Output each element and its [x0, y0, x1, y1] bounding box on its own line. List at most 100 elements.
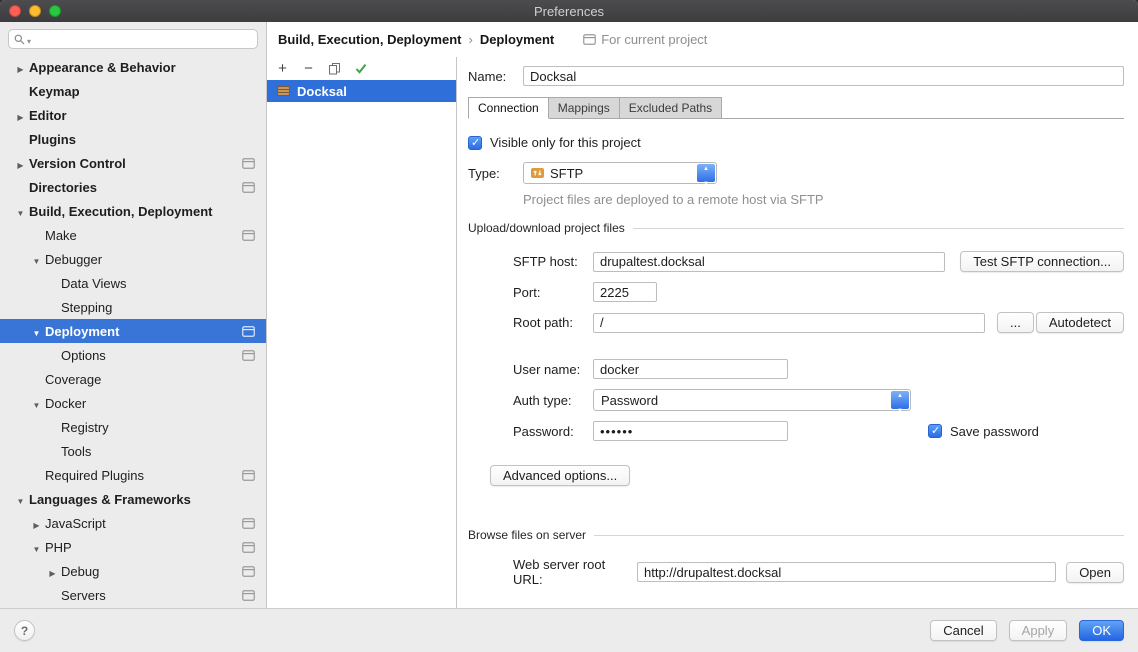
test-sftp-connection-button[interactable]: Test SFTP connection...	[960, 251, 1124, 272]
per-project-settings-icon	[242, 350, 255, 361]
visible-only-checkbox[interactable]	[468, 136, 482, 150]
add-server-button[interactable]: +	[271, 59, 294, 78]
sidebar-tree-item[interactable]: Appearance & Behavior	[0, 55, 266, 79]
sidebar-tree-item[interactable]: Plugins	[0, 127, 266, 151]
server-list-panel: + −	[267, 57, 457, 608]
close-button[interactable]	[9, 5, 21, 17]
ok-button[interactable]: OK	[1079, 620, 1124, 641]
tree-expand-icon[interactable]	[12, 492, 29, 507]
tree-item-label: Docker	[45, 396, 86, 411]
tree-expand-icon[interactable]	[28, 396, 45, 411]
open-button[interactable]: Open	[1066, 562, 1124, 583]
per-project-settings-icon	[242, 590, 255, 601]
server-list: Docksal	[267, 80, 456, 608]
autodetect-button[interactable]: Autodetect	[1036, 312, 1124, 333]
sidebar-tree-item[interactable]: PHP	[0, 535, 266, 559]
breadcrumb-separator-icon: ›	[468, 32, 472, 47]
use-as-default-button[interactable]	[349, 59, 372, 78]
type-dropdown[interactable]: SFTP	[523, 162, 717, 184]
sidebar-tree-item[interactable]: Deployment	[0, 319, 266, 343]
use-as-default-icon	[355, 63, 367, 74]
sidebar-tree-item[interactable]: Coverage	[0, 367, 266, 391]
tab-connection[interactable]: Connection	[468, 97, 549, 119]
tree-expand-icon[interactable]	[44, 564, 61, 579]
tree-item-label: Options	[61, 348, 106, 363]
tree-expand-icon[interactable]	[28, 540, 45, 555]
sidebar-tree-item[interactable]: Version Control	[0, 151, 266, 175]
tree-item-label: Editor	[29, 108, 67, 123]
root-path-field[interactable]	[593, 313, 985, 333]
password-field[interactable]	[593, 421, 788, 441]
sidebar-tree-item[interactable]: Tools	[0, 439, 266, 463]
sidebar-tree-item[interactable]: Build, Execution, Deployment	[0, 199, 266, 223]
sidebar-tree-item[interactable]: Keymap	[0, 79, 266, 103]
per-project-settings-icon	[242, 230, 255, 241]
type-row: Type: SFTP	[468, 162, 1124, 184]
tree-expand-icon[interactable]	[12, 108, 29, 123]
tree-item-label: Servers	[61, 588, 106, 603]
browse-root-path-button[interactable]: ...	[997, 312, 1034, 333]
tree-item-label: Registry	[61, 420, 109, 435]
tree-expand-icon[interactable]	[12, 204, 29, 219]
project-scope: For current project	[583, 32, 707, 47]
server-list-item[interactable]: Docksal	[267, 80, 456, 102]
tree-item-label: Deployment	[45, 324, 119, 339]
sidebar-tree-item[interactable]: Servers	[0, 583, 266, 607]
tab-mappings[interactable]: Mappings	[548, 97, 620, 119]
cancel-button[interactable]: Cancel	[930, 620, 996, 641]
sidebar-tree-item[interactable]: Make	[0, 223, 266, 247]
remove-server-button[interactable]: −	[297, 59, 320, 78]
web-root-field[interactable]	[637, 562, 1056, 582]
sidebar-tree-item[interactable]: Data Views	[0, 271, 266, 295]
settings-search[interactable]	[8, 29, 258, 49]
advanced-options-button[interactable]: Advanced options...	[490, 465, 630, 486]
sidebar-tree-item[interactable]: JavaScript	[0, 511, 266, 535]
sidebar-tree-item[interactable]: Docker	[0, 391, 266, 415]
tree-item-label: Languages & Frameworks	[29, 492, 191, 507]
server-name-label: Docksal	[297, 84, 347, 99]
sftp-host-label: SFTP host:	[513, 254, 593, 269]
name-field[interactable]	[523, 66, 1124, 86]
sidebar-tree-item[interactable]: Debug	[0, 559, 266, 583]
tree-item-label: Tools	[61, 444, 91, 459]
tree-expand-icon[interactable]	[28, 252, 45, 267]
sidebar-tree-item[interactable]: Debugger	[0, 247, 266, 271]
sftp-host-field[interactable]	[593, 252, 945, 272]
tree-item-label: Coverage	[45, 372, 101, 387]
tree-item-label: PHP	[45, 540, 72, 555]
user-name-field[interactable]	[593, 359, 788, 379]
tree-expand-icon[interactable]	[28, 324, 45, 339]
zoom-button[interactable]	[49, 5, 61, 17]
help-button[interactable]: ?	[14, 620, 35, 641]
browse-section-title: Browse files on server	[468, 528, 586, 542]
save-password-checkbox[interactable]	[928, 424, 942, 438]
sidebar-tree-item[interactable]: Stepping	[0, 295, 266, 319]
tree-expand-icon[interactable]	[28, 516, 45, 531]
tree-expand-icon[interactable]	[12, 156, 29, 171]
copy-server-button[interactable]	[323, 59, 346, 78]
breadcrumb-parent: Build, Execution, Deployment	[278, 32, 461, 47]
minimize-button[interactable]	[29, 5, 41, 17]
auth-type-value: Password	[601, 393, 658, 408]
tree-item-label: Debugger	[45, 252, 102, 267]
config-tabs: Connection Mappings Excluded Paths	[468, 97, 1124, 119]
sidebar-tree-item[interactable]: Required Plugins	[0, 463, 266, 487]
sidebar-tree-item[interactable]: Options	[0, 343, 266, 367]
port-field[interactable]	[593, 282, 657, 302]
apply-button[interactable]: Apply	[1009, 620, 1068, 641]
auth-type-dropdown[interactable]: Password	[593, 389, 911, 411]
per-project-settings-icon	[242, 542, 255, 553]
current-project-icon	[583, 34, 596, 45]
save-password-label: Save password	[950, 424, 1039, 439]
sidebar-tree-item[interactable]: Editor	[0, 103, 266, 127]
tree-expand-icon[interactable]	[12, 60, 29, 75]
tab-excluded-paths[interactable]: Excluded Paths	[619, 97, 722, 119]
name-row: Name:	[468, 66, 1124, 86]
settings-search-input[interactable]	[33, 32, 252, 46]
sidebar-tree-item[interactable]: Languages & Frameworks	[0, 487, 266, 511]
sidebar-tree-item[interactable]: Directories	[0, 175, 266, 199]
port-row: Port:	[513, 282, 1124, 302]
settings-main: Build, Execution, Deployment › Deploymen…	[267, 22, 1138, 608]
search-history-chevron-icon[interactable]	[27, 32, 31, 47]
sidebar-tree-item[interactable]: Registry	[0, 415, 266, 439]
